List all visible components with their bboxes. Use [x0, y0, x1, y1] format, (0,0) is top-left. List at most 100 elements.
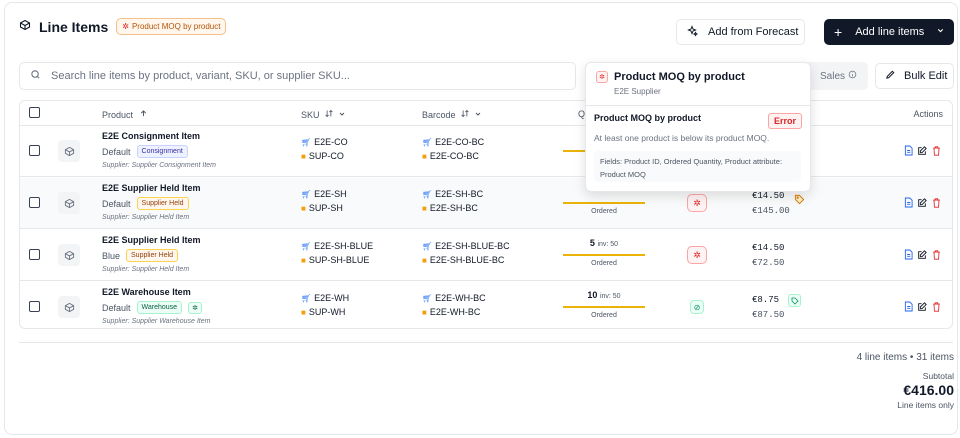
trash-icon[interactable]	[931, 145, 941, 156]
trash-icon[interactable]	[931, 249, 941, 260]
moq-error-status-icon[interactable]: ✲	[687, 194, 707, 212]
barcode-value: E2E-WH-BC	[435, 293, 486, 303]
rule-icon: ✲	[122, 22, 129, 31]
inventory-value: inv: 50	[599, 293, 621, 300]
tag-icon[interactable]	[794, 194, 805, 208]
rule-title: Product MOQ by product	[594, 113, 701, 123]
moq-badge-label: Product MOQ by product	[131, 22, 221, 31]
trash-icon[interactable]	[931, 197, 941, 208]
moq-rule-badge[interactable]: ✲ Product MOQ by product	[116, 18, 227, 35]
variant-label: Default	[102, 302, 131, 313]
sku-value: E2E-SH	[314, 189, 347, 199]
supplier-sku-cell: ■ SUP-SH	[301, 203, 343, 213]
inventory-type-badge: Consignment	[136, 145, 188, 158]
row-checkbox[interactable]	[29, 145, 40, 156]
edit-icon[interactable]	[917, 197, 927, 208]
row-actions	[903, 301, 941, 312]
sku-value: E2E-WH	[314, 293, 350, 303]
ordered-quantity[interactable]: 10 inv: 50	[563, 290, 645, 300]
product-name[interactable]: E2E Warehouse Item	[102, 287, 191, 297]
edit-icon[interactable]	[917, 301, 927, 312]
trash-icon[interactable]	[931, 301, 941, 312]
quantity-progress-bar	[563, 306, 645, 308]
search-input[interactable]	[51, 70, 551, 82]
ordered-label: Ordered	[591, 312, 617, 319]
column-actions: Actions	[913, 109, 943, 119]
bag-icon: ■	[422, 203, 427, 213]
cart-icon: 🛒︎	[301, 189, 312, 199]
column-quantity[interactable]: Q	[578, 109, 585, 119]
supplier-barcode-value: E2E-SH-BLUE-BC	[429, 255, 505, 265]
barcode-value: E2E-SH-BC	[435, 189, 484, 199]
add-line-items-button[interactable]: + Add line items	[824, 19, 954, 45]
column-product-label: Product	[102, 109, 134, 120]
product-variant: Default Consignment	[102, 145, 188, 158]
supplier-barcode-value: E2E-CO-BC	[429, 151, 479, 161]
table-row: E2E Supplier Held Item Default Supplier H…	[20, 178, 952, 229]
product-icon	[58, 140, 80, 162]
sku-cell: 🛒︎ E2E-SH	[301, 189, 347, 199]
subtotal-label: Subtotal	[922, 371, 954, 381]
document-icon[interactable]	[903, 145, 913, 156]
ordered-label: Ordered	[591, 208, 617, 215]
edit-icon[interactable]	[917, 249, 927, 260]
inventory-value: inv: 50	[597, 241, 619, 248]
moq-rule-popover: ✲ Product MOQ by product E2E Supplier Pr…	[585, 62, 811, 192]
search-icon	[30, 69, 41, 83]
cart-icon: 🛒︎	[301, 293, 312, 303]
box-icon	[19, 19, 31, 34]
supplier-barcode-cell: ■ E2E-SH-BLUE-BC	[422, 255, 504, 265]
chevron-down-icon[interactable]	[936, 26, 945, 38]
supplier-label: Supplier: Supplier Held Item	[102, 266, 190, 273]
inventory-type-badge: Warehouse	[136, 301, 183, 314]
column-barcode-label: Barcode	[422, 109, 456, 120]
sales-filter[interactable]: Sales	[808, 62, 868, 90]
rule-message: At least one product is below its produc…	[594, 133, 770, 143]
quantity-progress-bar	[563, 254, 645, 256]
quantity-progress-bar	[563, 202, 645, 204]
select-all-checkbox[interactable]	[29, 107, 40, 118]
edit-icon[interactable]	[917, 145, 927, 156]
row-checkbox[interactable]	[29, 249, 40, 260]
table-row: E2E Consignment Item Default Consignment …	[20, 126, 952, 177]
bag-icon: ■	[301, 307, 306, 317]
unit-price: €8.75	[752, 295, 780, 305]
barcode-cell: 🛒︎ E2E-SH-BC	[422, 189, 483, 199]
column-sku[interactable]: SKU	[301, 109, 346, 120]
product-icon	[58, 296, 80, 318]
quantity-value: 10	[587, 290, 598, 300]
document-icon[interactable]	[903, 197, 913, 208]
tag-icon[interactable]	[788, 294, 801, 307]
cart-icon: 🛒︎	[422, 241, 433, 251]
document-icon[interactable]	[903, 301, 913, 312]
row-checkbox[interactable]	[29, 301, 40, 312]
sku-cell: 🛒︎ E2E-CO	[301, 137, 348, 147]
unit-price: €14.50	[752, 191, 785, 201]
product-icon	[58, 192, 80, 214]
ordered-quantity[interactable]: 5 inv: 50	[563, 238, 645, 248]
cart-icon: 🛒︎	[422, 137, 433, 147]
row-actions	[903, 249, 941, 260]
cart-icon: 🛒︎	[301, 241, 312, 251]
quantity-value: 5	[589, 238, 595, 248]
row-checkbox[interactable]	[29, 197, 40, 208]
sku-value: E2E-CO	[314, 137, 348, 147]
column-barcode[interactable]: Barcode	[422, 109, 482, 120]
subtotal-note: Line items only	[897, 400, 954, 410]
rule-icon: ✲	[188, 301, 202, 314]
product-name[interactable]: E2E Supplier Held Item	[102, 183, 201, 193]
column-product[interactable]: Product	[102, 109, 148, 120]
product-name[interactable]: E2E Consignment Item	[102, 131, 200, 141]
moq-error-status-icon[interactable]: ✲	[687, 246, 707, 264]
supplier-sku-value: SUP-CO	[308, 151, 344, 161]
supplier-barcode-cell: ■ E2E-WH-BC	[422, 307, 480, 317]
variant-label: Blue	[102, 250, 121, 261]
table-row: E2E Warehouse Item Default Warehouse ✲ Sup…	[20, 282, 952, 328]
chevron-down-icon	[338, 110, 346, 120]
bulk-edit-button[interactable]: Bulk Edit	[875, 63, 954, 89]
product-name[interactable]: E2E Supplier Held Item	[102, 235, 201, 245]
add-from-forecast-button[interactable]: Add from Forecast	[676, 19, 805, 45]
supplier-label: Supplier: Supplier Warehouse Item	[102, 318, 211, 325]
document-icon[interactable]	[903, 249, 913, 260]
check-status-icon[interactable]: ⊘	[690, 300, 704, 314]
